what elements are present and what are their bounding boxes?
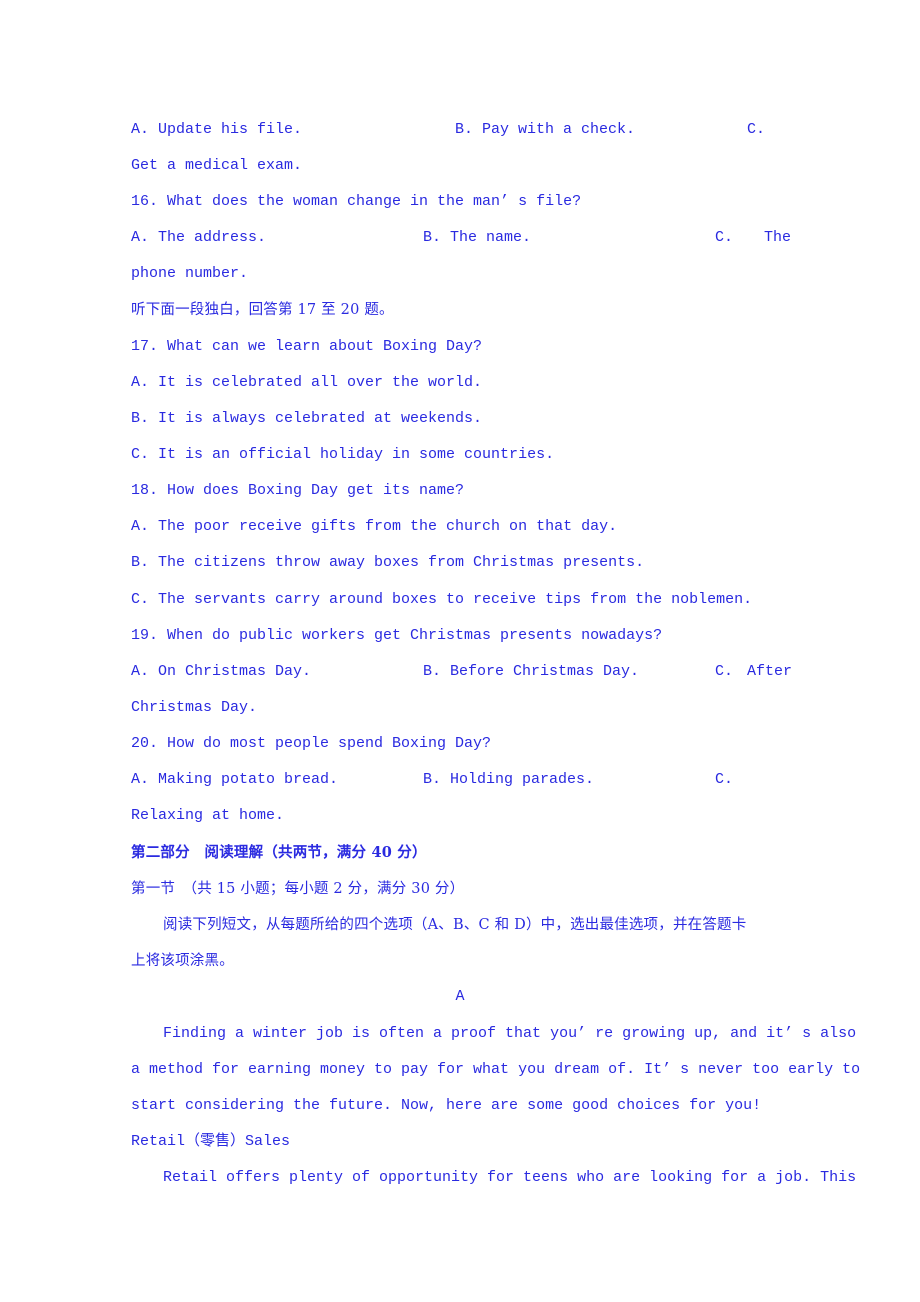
q20-option-c-label: C. — [715, 771, 734, 788]
q17-option-c: C. It is an official holiday in some cou… — [131, 446, 555, 463]
monologue-instruction: 听下面一段独白，回答第 17 至 20 题。 — [131, 302, 394, 318]
passage-para1-line2: a method for earning money to pay for wh… — [131, 1061, 861, 1078]
section1-heading: 第一节 （共 15 小题；每小题 2 分，满分 30 分） — [131, 881, 465, 897]
q18-question: 18. How does Boxing Day get its name? — [131, 482, 465, 499]
q19-option-c-text: Christmas Day. — [131, 699, 258, 716]
q15-option-c-label: C. — [747, 121, 766, 138]
q15-option-c-text: Get a medical exam. — [131, 157, 303, 174]
passage-para1-line3: start considering the future. Now, here … — [131, 1097, 762, 1114]
q20-option-c-text: Relaxing at home. — [131, 807, 285, 824]
part2-heading: 第二部分 阅读理解（共两节，满分 40 分） — [131, 844, 427, 861]
q18-option-a: A. The poor receive gifts from the churc… — [131, 518, 618, 535]
q17-option-b: B. It is always celebrated at weekends. — [131, 410, 483, 427]
q16-option-b: B. The name. — [423, 229, 532, 246]
q17-option-a: A. It is celebrated all over the world. — [131, 374, 483, 391]
reading-instruction-line1: 阅读下列短文，从每题所给的四个选项（A、B、C 和 D）中，选出最佳选项，并在答… — [163, 917, 747, 933]
q19-option-c-label: C. — [715, 663, 734, 680]
q16-option-c-text: phone number. — [131, 265, 249, 282]
q19-question: 19. When do public workers get Christmas… — [131, 627, 663, 644]
q18-option-c: C. The servants carry around boxes to re… — [131, 591, 753, 608]
q16-option-a: A. The address. — [131, 229, 267, 246]
passage-para1-line1: Finding a winter job is often a proof th… — [163, 1025, 857, 1042]
q19-option-b: B. Before Christmas Day. — [423, 663, 640, 680]
q19-options-row: A. On Christmas Day. B. Before Christmas… — [131, 662, 793, 682]
passage-label: A — [455, 988, 465, 1005]
q15-option-b: B. Pay with a check. — [455, 121, 636, 138]
q16-question: 16. What does the woman change in the ma… — [131, 193, 582, 210]
q15-option-a: A. Update his file. — [131, 121, 303, 138]
q16-options-row: A. The address. B. The name. C. The — [131, 228, 792, 248]
q20-option-b: B. Holding parades. — [423, 771, 595, 788]
q16-option-c-label: C. — [715, 229, 734, 246]
q19-option-c-word: After — [747, 663, 793, 680]
q15-options-row: A. Update his file. B. Pay with a check.… — [131, 120, 789, 140]
passage-subheading: Retail（零售）Sales — [131, 1133, 291, 1150]
q20-question: 20. How do most people spend Boxing Day? — [131, 735, 492, 752]
reading-instruction-line2: 上将该项涂黑。 — [131, 953, 234, 969]
q19-option-a: A. On Christmas Day. — [131, 663, 312, 680]
q17-question: 17. What can we learn about Boxing Day? — [131, 338, 483, 355]
q16-option-c-word: The — [764, 229, 792, 246]
q20-option-a: A. Making potato bread. — [131, 771, 339, 788]
q20-options-row: A. Making potato bread. B. Holding parad… — [131, 770, 789, 790]
q18-option-b: B. The citizens throw away boxes from Ch… — [131, 554, 645, 571]
passage-para2-line1: Retail offers plenty of opportunity for … — [163, 1169, 857, 1186]
